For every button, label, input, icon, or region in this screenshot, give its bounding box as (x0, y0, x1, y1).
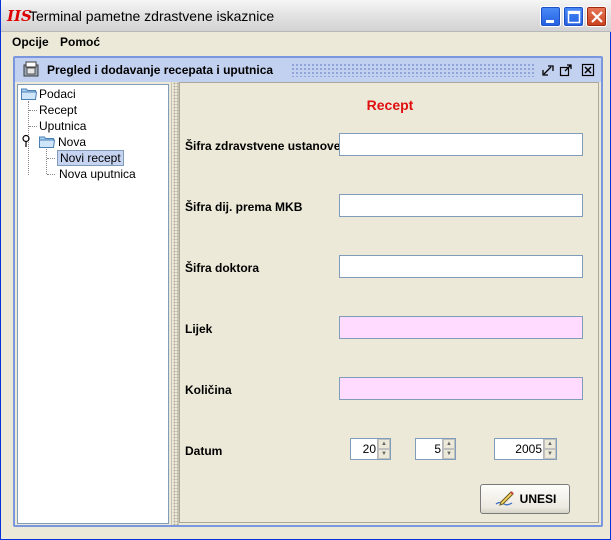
menu-opcije[interactable]: Opcije (12, 35, 49, 49)
minimize-button[interactable] (540, 6, 561, 27)
tree-item-podaci[interactable]: Podaci (39, 86, 76, 102)
close-icon (591, 11, 603, 23)
tree-label-recept: Recept (39, 103, 78, 117)
label-datum: Datum (185, 444, 223, 458)
splitter-grip (173, 82, 178, 525)
tree-item-novi-recept[interactable]: Novi recept (57, 150, 124, 166)
maximize-icon (567, 10, 581, 24)
internal-frame-titlebar[interactable]: Pregled i dodavanje recepata i uputnica (15, 58, 601, 82)
form-title: Recept (366, 97, 414, 113)
window-title: Terminal pametne zdrastvene iskaznice (29, 8, 275, 24)
label-sifra-dijagnoze: Šifra dij. prema MKB (185, 200, 303, 214)
recept-form: Recept Šifra zdravstvene ustanove Šifra … (179, 82, 599, 523)
minimize-icon (546, 20, 554, 23)
folder-open-icon (21, 88, 37, 100)
month-input[interactable] (416, 439, 443, 459)
iconify-icon[interactable] (541, 63, 555, 77)
day-input[interactable] (351, 439, 378, 459)
sifra-doktora-input[interactable] (339, 255, 583, 278)
maximize-button[interactable] (563, 6, 584, 27)
navigation-tree: Podaci Recept Uputnica Nova Novi recept … (17, 84, 169, 524)
app-logo-icon: IIS (7, 7, 32, 25)
month-down-arrow-icon[interactable]: ▼ (443, 449, 455, 459)
day-down-arrow-icon[interactable]: ▼ (378, 449, 390, 459)
tree-item-uputnica[interactable]: Uputnica (39, 118, 86, 134)
label-sifra-ustanove: Šifra zdravstvene ustanove (185, 139, 341, 153)
unesi-button[interactable]: UNESI (480, 484, 570, 514)
month-up-arrow-icon[interactable]: ▲ (443, 439, 455, 449)
close-button[interactable] (586, 6, 607, 27)
internal-frame: Pregled i dodavanje recepata i uputnica (13, 56, 603, 527)
tree-item-recept[interactable]: Recept (39, 102, 77, 118)
tree-line (47, 174, 55, 175)
month-spin-buttons: ▲ ▼ (442, 439, 455, 459)
restore-icon[interactable] (559, 63, 573, 77)
tree-line (46, 149, 47, 174)
tree-line (47, 158, 55, 159)
day-spinner[interactable]: ▲ ▼ (350, 438, 391, 460)
kolicina-input[interactable] (339, 377, 583, 400)
tree-item-nova[interactable]: Nova (58, 134, 86, 150)
tree-label-novi-recept: Novi recept (57, 150, 124, 166)
tree-item-nova-uputnica[interactable]: Nova uputnica (59, 166, 136, 182)
year-down-arrow-icon[interactable]: ▼ (544, 449, 556, 459)
tree-line (29, 126, 37, 127)
collapse-handle-icon[interactable] (20, 134, 32, 148)
tree-label-nova: Nova (58, 135, 87, 149)
tree-line (29, 110, 37, 111)
day-up-arrow-icon[interactable]: ▲ (378, 439, 390, 449)
month-spinner[interactable]: ▲ ▼ (415, 438, 456, 460)
year-spin-buttons: ▲ ▼ (543, 439, 556, 459)
sifra-dijagnoze-input[interactable] (339, 194, 583, 217)
label-lijek: Lijek (185, 322, 213, 336)
split-pane-divider[interactable] (171, 82, 179, 525)
titlebar-grip (291, 63, 535, 77)
lijek-input[interactable] (339, 316, 583, 339)
app-window: IIS Terminal pametne zdrastvene iskaznic… (0, 0, 611, 540)
menu-bar: Opcije Pomoć (2, 32, 610, 53)
frame-close-icon[interactable] (581, 63, 595, 77)
unesi-label: UNESI (519, 492, 557, 506)
tree-label-podaci: Podaci (39, 87, 76, 101)
year-spinner[interactable]: ▲ ▼ (494, 438, 557, 460)
tree-label-uputnica: Uputnica (39, 119, 87, 133)
edit-pencil-icon (495, 491, 514, 506)
internal-frame-title: Pregled i dodavanje recepata i uputnica (47, 63, 274, 77)
window-titlebar[interactable]: IIS Terminal pametne zdrastvene iskaznic… (1, 0, 611, 32)
internal-frame-content: Podaci Recept Uputnica Nova Novi recept … (15, 82, 601, 525)
day-spin-buttons: ▲ ▼ (377, 439, 390, 459)
year-input[interactable] (495, 439, 544, 459)
tree-label-nova-uputnica: Nova uputnica (59, 167, 136, 181)
year-up-arrow-icon[interactable]: ▲ (544, 439, 556, 449)
sifra-ustanove-input[interactable] (339, 133, 583, 156)
menu-pomoc[interactable]: Pomoć (60, 35, 100, 49)
label-sifra-doktora: Šifra doktora (185, 261, 260, 275)
folder-open-icon (39, 136, 55, 148)
label-kolicina: Količina (185, 383, 232, 397)
frame-app-icon (23, 61, 39, 77)
